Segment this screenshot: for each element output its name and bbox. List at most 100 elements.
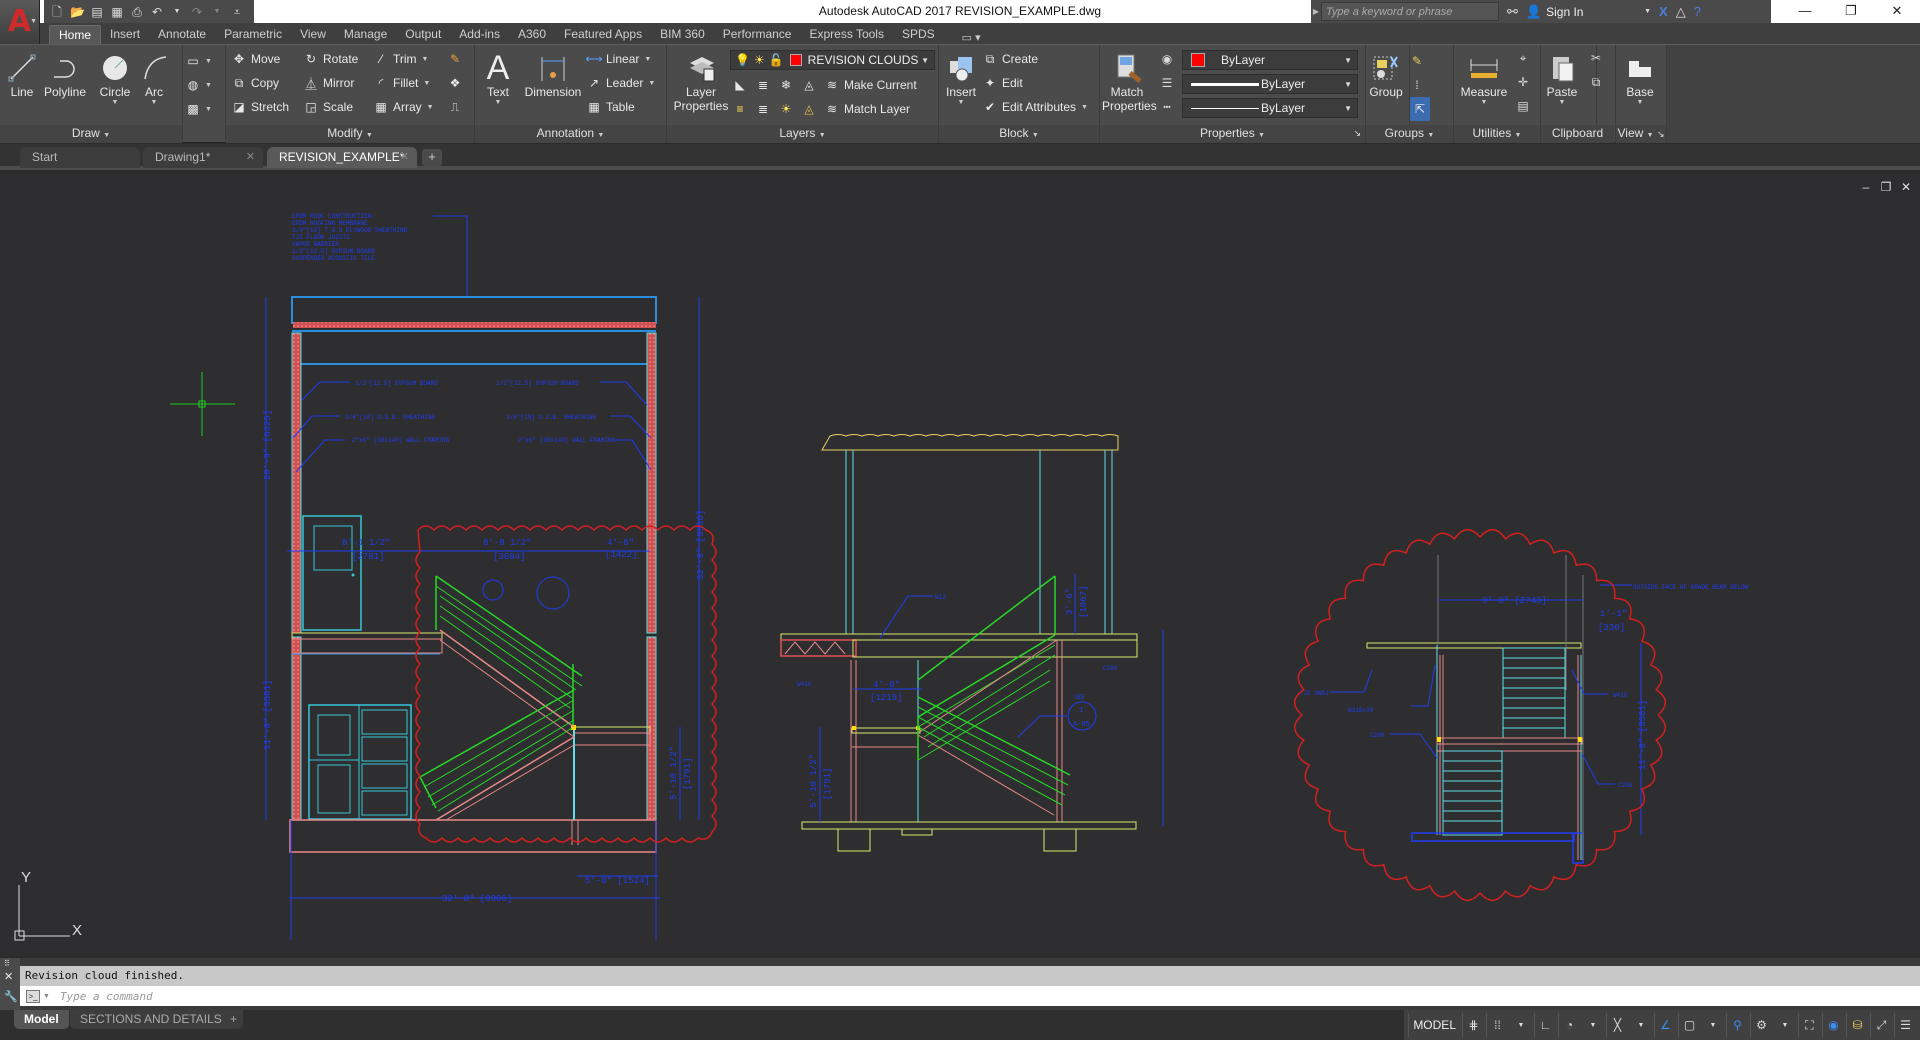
- rotate-button[interactable]: ↻ Rotate: [304, 49, 358, 69]
- polyline-button[interactable]: Polyline: [42, 51, 88, 99]
- snap-icon[interactable]: ⁞⁞: [1486, 1013, 1508, 1037]
- erase-button[interactable]: ✎: [448, 49, 462, 69]
- panel-groups-title[interactable]: Groups ▼: [1366, 125, 1453, 143]
- mirror-button[interactable]: ⏅ Mirror: [304, 73, 354, 93]
- osnap-dropdown-icon[interactable]: ▼: [1702, 1013, 1724, 1037]
- cut-icon[interactable]: ✂: [1589, 51, 1603, 65]
- drawing-canvas[interactable]: – ❐ ✕ EPDM ROOF CONSTRUCTION: EPDM ROOFI…: [0, 174, 1920, 956]
- lineweight-dropdown[interactable]: ByLayer ▼: [1182, 74, 1358, 94]
- tab-spds[interactable]: SPDS: [893, 25, 944, 44]
- tab-output[interactable]: Output: [396, 25, 450, 44]
- stretch-button[interactable]: ◪ Stretch: [232, 97, 289, 117]
- explode-button[interactable]: ❖: [448, 73, 462, 93]
- linetype-dropdown[interactable]: ByLayer ▼: [1182, 98, 1358, 118]
- layout-tab-sections-and-details[interactable]: SECTIONS AND DETAILS: [70, 1010, 232, 1029]
- group-selection-toggle[interactable]: ⇱: [1410, 97, 1430, 121]
- text-button[interactable]: A Text ▼: [483, 49, 513, 107]
- tab-add-ins[interactable]: Add-ins: [450, 25, 509, 44]
- panel-view-title[interactable]: View ▼ ↘: [1616, 125, 1666, 143]
- panel-annotation-title[interactable]: Annotation ▼: [475, 125, 666, 143]
- tab-featured-apps[interactable]: Featured Apps: [555, 25, 651, 44]
- dimension-button[interactable]: Dimension: [523, 51, 583, 99]
- command-prompt-icon[interactable]: >_: [26, 989, 40, 1003]
- hardware-accel-icon[interactable]: ◉: [1822, 1013, 1844, 1037]
- tab-a360[interactable]: A360: [509, 25, 555, 44]
- paste-button[interactable]: Paste ▼: [1543, 51, 1581, 106]
- annotation-visibility-icon[interactable]: ⛶: [1798, 1013, 1820, 1037]
- panel-utilities-title[interactable]: Utilities ▼: [1454, 125, 1540, 143]
- chevron-down-icon[interactable]: ▼: [1543, 99, 1581, 106]
- array-button[interactable]: ▦ Array ▼: [374, 97, 433, 117]
- fullscreen-icon[interactable]: ⤢: [1870, 1013, 1892, 1037]
- edit-block-button[interactable]: ✦ Edit: [983, 73, 1023, 93]
- leader-button[interactable]: ↗ Leader ▼: [587, 73, 655, 93]
- calculator-icon[interactable]: ▤: [1516, 99, 1530, 113]
- line-button[interactable]: Line: [6, 51, 38, 99]
- layer-on-icon[interactable]: ≡: [733, 102, 747, 116]
- exchange-apps-icon[interactable]: X: [1659, 4, 1668, 19]
- new-layout-button[interactable]: +: [224, 1010, 244, 1029]
- binoculars-icon[interactable]: ⚯: [1507, 4, 1518, 20]
- insert-block-button[interactable]: Insert ▼: [943, 51, 979, 106]
- polar-icon[interactable]: ◔: [1558, 1013, 1580, 1037]
- snap-dropdown-icon[interactable]: ▼: [1510, 1013, 1532, 1037]
- match-properties-button[interactable]: Match Properties: [1102, 51, 1157, 113]
- restore-button[interactable]: ❐: [1828, 0, 1874, 23]
- drag-handle-icon[interactable]: ⠿: [4, 959, 10, 968]
- trim-button[interactable]: ⁄ Trim ▼: [374, 49, 429, 69]
- group-button[interactable]: Group: [1368, 51, 1404, 99]
- tab-insert[interactable]: Insert: [101, 25, 149, 44]
- chevron-down-icon[interactable]: ▼: [1622, 99, 1658, 106]
- customization-icon[interactable]: ☰: [1894, 1013, 1916, 1037]
- linear-dimension-button[interactable]: ⟷ Linear ▼: [585, 49, 651, 69]
- command-line-grip[interactable]: ⠿ ✕ 🔧: [0, 958, 20, 1010]
- expand-arrow-icon[interactable]: ▶: [1311, 7, 1321, 16]
- rectangle-button[interactable]: ▭ ▼: [186, 49, 216, 73]
- workspace-dropdown-icon[interactable]: ▼: [1774, 1013, 1796, 1037]
- model-space-toggle[interactable]: MODEL: [1408, 1013, 1460, 1037]
- tab-parametric[interactable]: Parametric: [215, 25, 291, 44]
- chevron-down-icon[interactable]: ▼: [1456, 99, 1512, 106]
- osnap-track-icon[interactable]: ∠: [1654, 1013, 1676, 1037]
- color-dropdown[interactable]: ByLayer ▼: [1182, 50, 1358, 70]
- chevron-down-icon[interactable]: ▼: [483, 99, 513, 106]
- new-tab-button[interactable]: +: [422, 149, 442, 166]
- close-command-line-icon[interactable]: ✕: [4, 970, 13, 983]
- copy-button[interactable]: ⧉ Copy: [232, 73, 279, 93]
- create-block-button[interactable]: ⧉ Create: [983, 49, 1038, 69]
- table-button[interactable]: ▦ Table: [587, 97, 634, 117]
- edit-attributes-button[interactable]: ✔ Edit Attributes ▼: [983, 97, 1088, 117]
- sign-in-button[interactable]: Sign In: [1546, 5, 1636, 19]
- fillet-button[interactable]: ◜ Fillet ▼: [374, 73, 431, 93]
- isolate-objects-icon[interactable]: ⛁: [1846, 1013, 1868, 1037]
- ungroup-button[interactable]: ✎: [1410, 49, 1452, 73]
- layer-freeze-icon[interactable]: ❄: [779, 78, 793, 92]
- panel-block-title[interactable]: Block ▼: [939, 125, 1099, 143]
- hatch-button[interactable]: ◍ ▼: [186, 73, 216, 97]
- id-point-icon[interactable]: ✛: [1516, 75, 1530, 89]
- tab-express-tools[interactable]: Express Tools: [800, 25, 892, 44]
- close-tab-icon[interactable]: ✕: [246, 147, 255, 167]
- layer-off-icon[interactable]: ◣: [733, 78, 747, 92]
- panel-draw-title[interactable]: Draw ▼: [0, 125, 182, 143]
- layer-properties-button[interactable]: Layer Properties: [673, 51, 729, 113]
- isodraft-dropdown-icon[interactable]: ▼: [1630, 1013, 1652, 1037]
- help-search-input[interactable]: [1321, 2, 1499, 21]
- minimize-button[interactable]: —: [1782, 0, 1828, 23]
- annotation-scale-icon[interactable]: ⚲: [1726, 1013, 1748, 1037]
- tab-performance[interactable]: Performance: [714, 25, 801, 44]
- arc-button[interactable]: Arc ▼: [140, 51, 168, 106]
- customize-wrench-icon[interactable]: 🔧: [4, 990, 18, 1003]
- scale-button[interactable]: ◲ Scale: [304, 97, 353, 117]
- sign-in-dropdown-icon[interactable]: ▼: [1644, 8, 1651, 15]
- layer-unisolate-icon[interactable]: ≣: [756, 102, 770, 116]
- file-tab-start[interactable]: Start: [20, 147, 140, 168]
- tab-view[interactable]: View: [291, 25, 335, 44]
- quick-select-icon[interactable]: ⌖: [1516, 51, 1530, 65]
- workspace-gear-icon[interactable]: ⚙: [1750, 1013, 1772, 1037]
- recent-commands-dropdown-icon[interactable]: ▼: [43, 993, 50, 1000]
- region-button[interactable]: ▩ ▼: [186, 97, 216, 121]
- group-edit-button[interactable]: ⁞: [1410, 73, 1452, 97]
- command-input[interactable]: [59, 987, 660, 1005]
- offset-button[interactable]: ⎍: [448, 97, 462, 117]
